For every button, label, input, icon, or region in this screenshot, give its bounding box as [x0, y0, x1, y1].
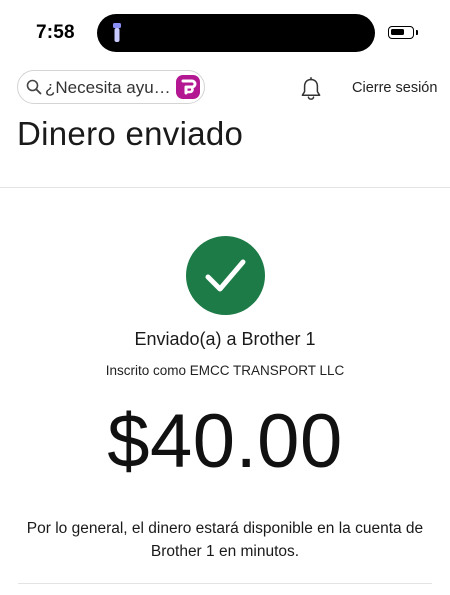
page-title: Dinero enviado [17, 115, 244, 152]
fargo-glyph [181, 79, 197, 95]
bell-icon[interactable] [300, 77, 322, 101]
status-time: 7:58 [36, 22, 75, 43]
success-badge [186, 236, 265, 315]
status-bar: 7:58 [0, 0, 450, 66]
availability-note: Por lo general, el dinero estará disponi… [26, 520, 424, 560]
header-divider [0, 187, 450, 188]
dynamic-island [97, 14, 375, 52]
enrolled-as-line: Inscrito como EMCC TRANSPORT LLC [105, 363, 345, 378]
search-placeholder: ¿Necesita ayu… [45, 78, 171, 97]
search-icon [26, 79, 42, 95]
battery-icon [388, 26, 414, 39]
checkmark-icon [205, 259, 246, 292]
battery-cap [416, 30, 418, 35]
sent-amount: $40.00 [107, 399, 343, 484]
search-input[interactable]: ¿Necesita ayu… [17, 70, 205, 104]
flashlight-icon [113, 23, 121, 42]
signout-link[interactable]: Cierre sesión [352, 80, 437, 96]
bottom-divider [18, 583, 432, 584]
fargo-assistant-icon[interactable] [176, 75, 200, 99]
recipient-line: Enviado(a) a Brother 1 [134, 329, 316, 349]
battery-level-fill [391, 29, 404, 35]
